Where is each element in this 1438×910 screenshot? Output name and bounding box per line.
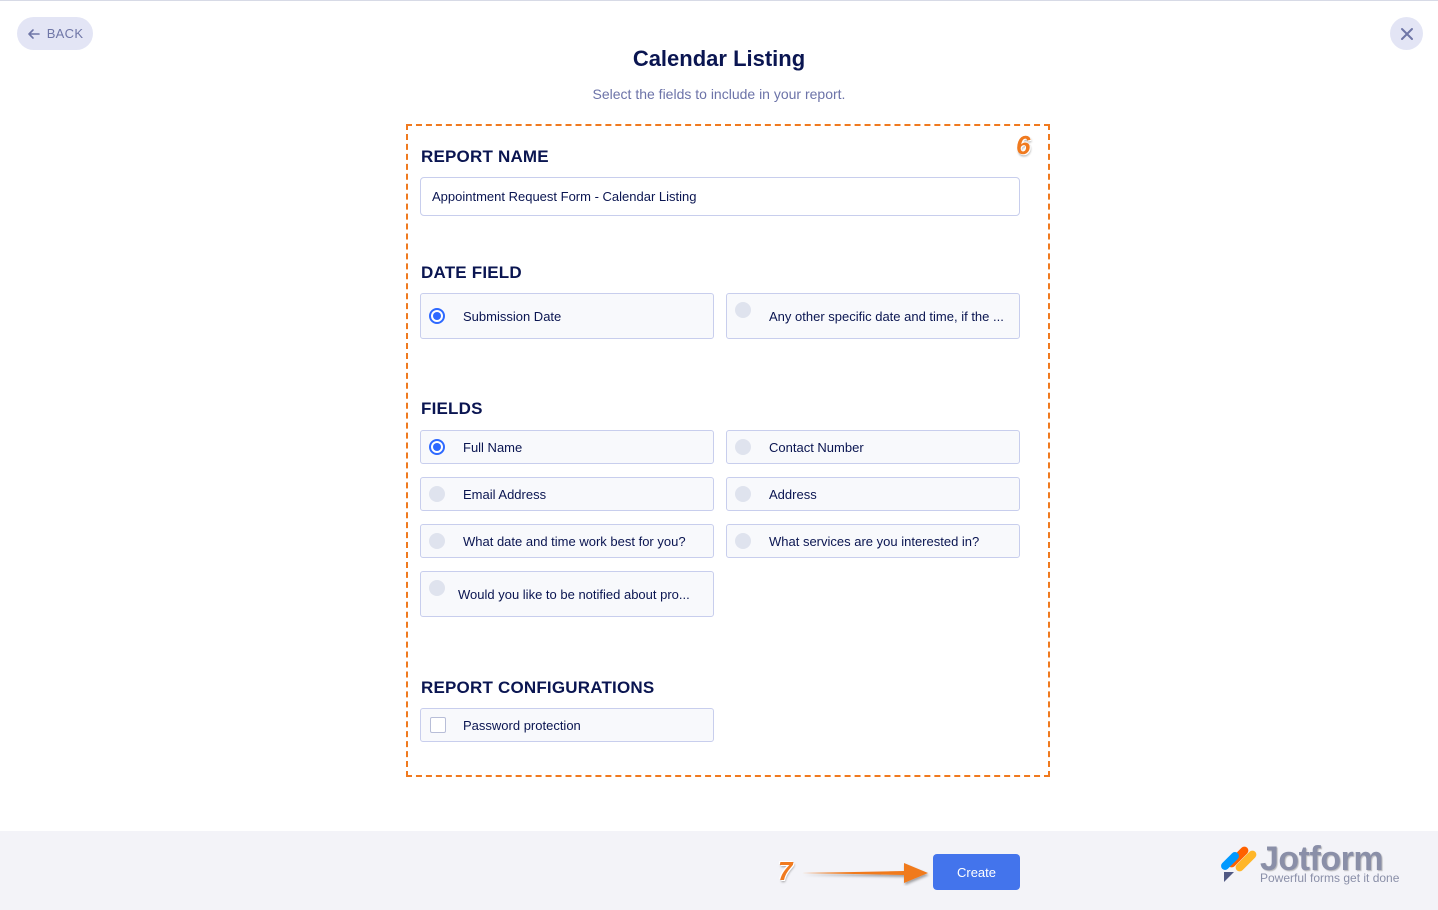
brand-tagline: Powerful forms get it done — [1260, 871, 1400, 885]
option-label: Contact Number — [769, 439, 864, 455]
date-field-heading: DATE FIELD — [421, 263, 522, 282]
date-option-submission-date[interactable]: Submission Date — [420, 293, 714, 339]
config-option-password-protection[interactable]: Password protection — [420, 708, 714, 742]
option-label: Password protection — [463, 717, 581, 733]
option-label: Email Address — [463, 486, 547, 502]
radio-icon — [735, 439, 751, 455]
option-label: Submission Date — [463, 308, 562, 324]
report-name-heading: REPORT NAME — [421, 147, 549, 166]
field-option-services[interactable]: What services are you interested in? — [726, 524, 1020, 558]
step-number-badge: 6 — [1016, 130, 1031, 160]
radio-selected-icon — [429, 308, 445, 324]
close-icon — [1400, 27, 1413, 40]
radio-selected-icon — [429, 439, 445, 455]
arrow-right-icon — [802, 863, 928, 883]
date-option-specific-date[interactable]: Any other specific date and time, if the… — [726, 293, 1020, 339]
option-label: Full Name — [463, 439, 523, 455]
radio-icon — [429, 580, 445, 596]
back-label: BACK — [46, 26, 84, 41]
step-number-badge: 7 — [778, 856, 793, 886]
checkbox-icon[interactable] — [430, 717, 446, 733]
report-name-input[interactable]: Appointment Request Form - Calendar List… — [420, 177, 1020, 216]
option-label: Any other specific date and time, if the… — [769, 308, 1004, 324]
field-option-full-name[interactable]: Full Name — [420, 430, 714, 464]
option-label: What date and time work best for you? — [463, 533, 686, 549]
field-option-contact-number[interactable]: Contact Number — [726, 430, 1020, 464]
report-configurations-heading: REPORT CONFIGURATIONS — [421, 678, 655, 697]
field-option-notifications[interactable]: Would you like to be notified about pro.… — [420, 571, 714, 617]
jotform-logo-icon — [1221, 846, 1257, 882]
radio-icon — [429, 533, 445, 549]
top-divider — [0, 0, 1438, 1]
field-option-email-address[interactable]: Email Address — [420, 477, 714, 511]
option-label: What services are you interested in? — [769, 533, 980, 549]
radio-icon — [735, 302, 751, 318]
radio-icon — [735, 533, 751, 549]
option-label: Address — [769, 486, 817, 502]
field-option-address[interactable]: Address — [726, 477, 1020, 511]
option-label: Would you like to be notified about pro.… — [458, 586, 690, 602]
fields-heading: FIELDS — [421, 399, 483, 418]
page-subtitle: Select the fields to include in your rep… — [592, 86, 846, 102]
radio-icon — [735, 486, 751, 502]
page-title: Calendar Listing — [632, 46, 806, 71]
jotform-logo: Jotform Powerful forms get it done — [1220, 840, 1405, 888]
field-option-date-time[interactable]: What date and time work best for you? — [420, 524, 714, 558]
arrow-left-icon — [27, 28, 40, 39]
radio-icon — [429, 486, 445, 502]
create-button[interactable]: Create — [933, 854, 1020, 890]
